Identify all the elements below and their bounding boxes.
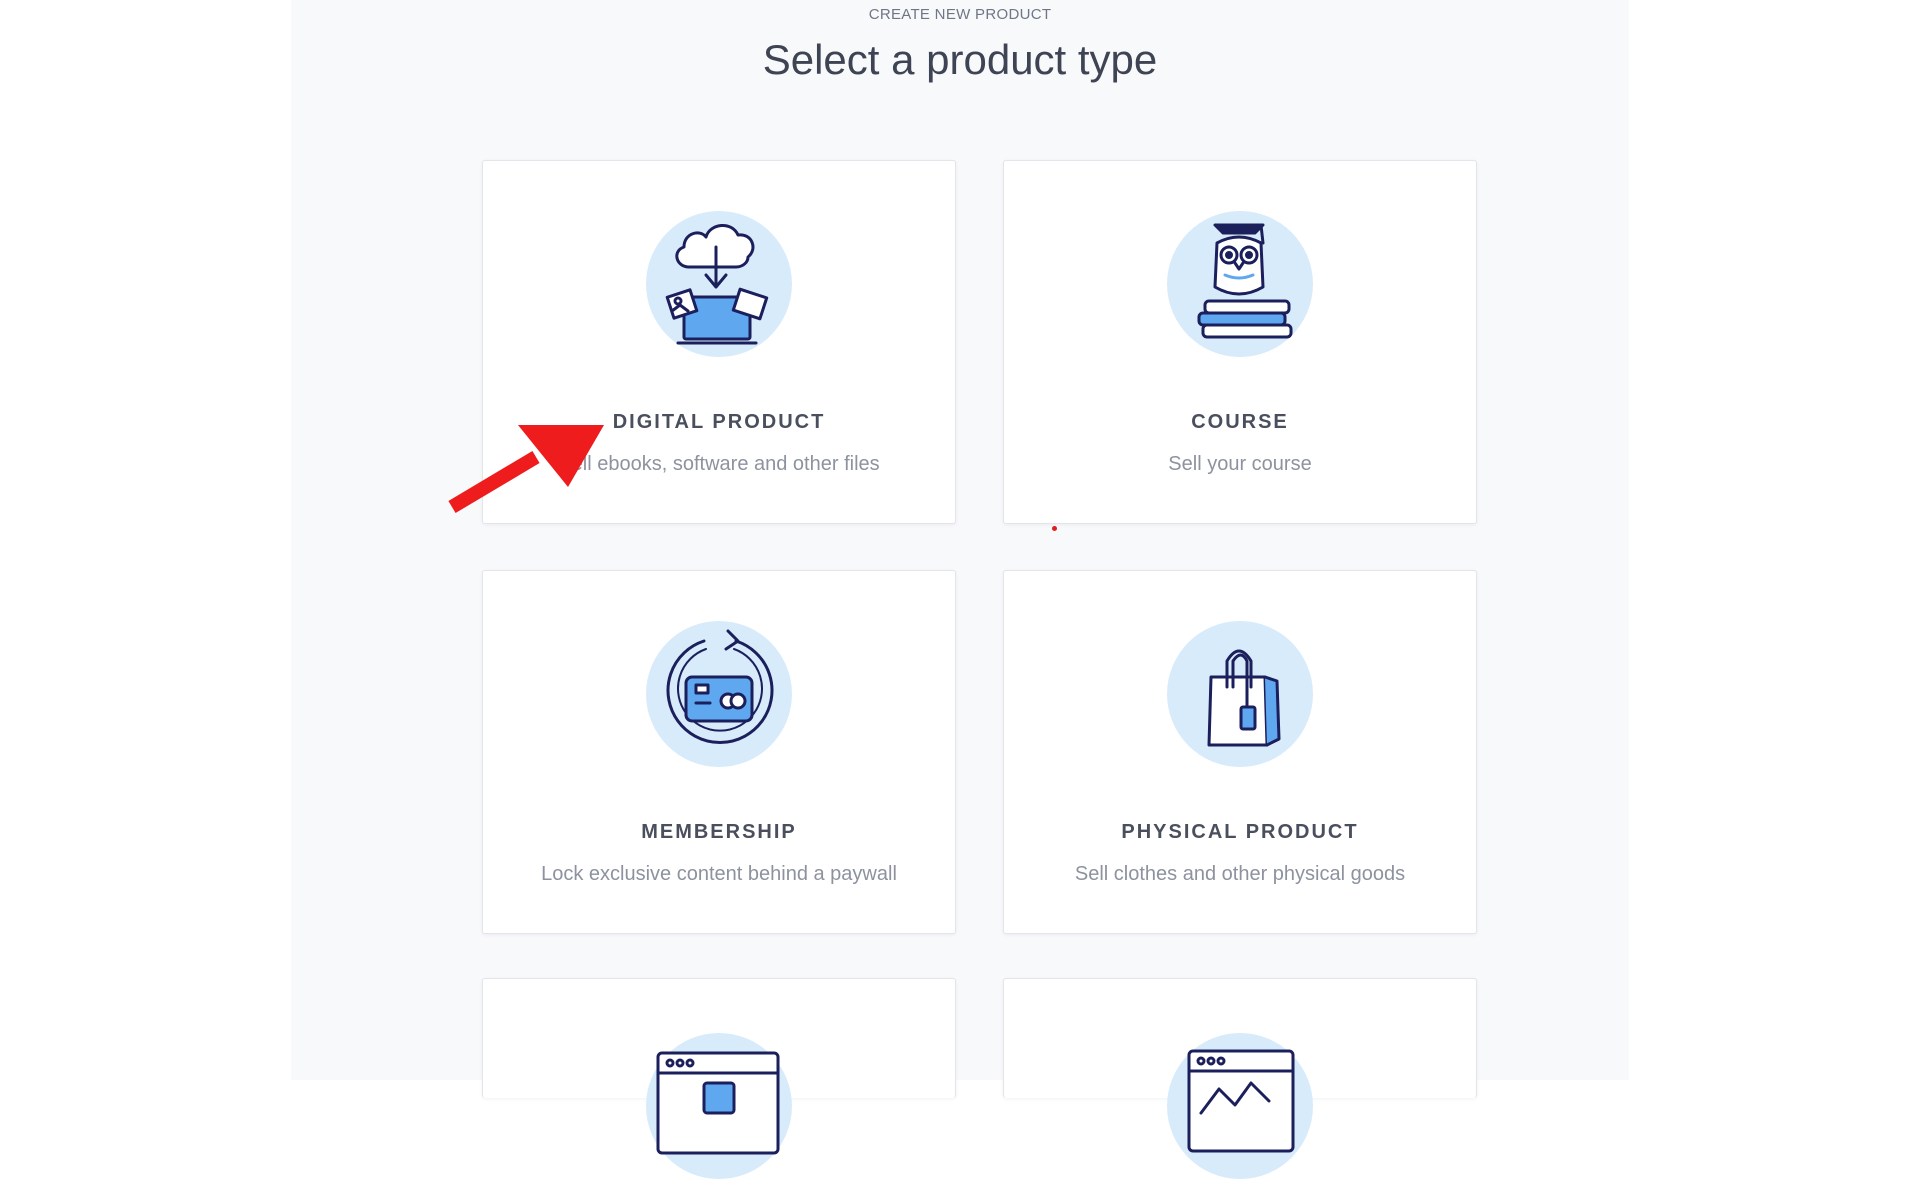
icon-circle bbox=[1167, 621, 1313, 767]
page-eyebrow: CREATE NEW PRODUCT bbox=[868, 6, 1052, 23]
card-title: MEMBERSHIP bbox=[641, 821, 797, 843]
recurring-credit-card-icon bbox=[666, 629, 774, 744]
icon-circle bbox=[646, 211, 792, 357]
card-description: Sell ebooks, software and other files bbox=[558, 453, 880, 475]
card-title: COURSE bbox=[1191, 411, 1289, 433]
cloud-download-laptop-icon bbox=[665, 224, 769, 345]
product-type-card-partial[interactable] bbox=[482, 978, 956, 1179]
owl-books-icon bbox=[1197, 223, 1293, 339]
icon-circle bbox=[1167, 1033, 1313, 1179]
shopping-bag-icon bbox=[1207, 649, 1281, 747]
icon-circle bbox=[646, 1033, 792, 1179]
product-type-card-partial[interactable] bbox=[1003, 978, 1477, 1179]
card-description: Sell your course bbox=[1168, 453, 1312, 475]
product-type-card-digital[interactable]: DIGITAL PRODUCT Sell ebooks, software an… bbox=[482, 160, 956, 524]
icon-circle bbox=[1167, 211, 1313, 357]
browser-chart-icon bbox=[1187, 1049, 1295, 1153]
card-description: Sell clothes and other physical goods bbox=[1074, 863, 1406, 885]
product-type-card-physical[interactable]: PHYSICAL PRODUCT Sell clothes and other … bbox=[1003, 570, 1477, 934]
icon-circle bbox=[646, 621, 792, 767]
browser-window-icon bbox=[656, 1051, 780, 1155]
card-description: Lock exclusive content behind a paywall bbox=[541, 863, 897, 885]
annotation-dot bbox=[1052, 526, 1057, 531]
card-title: DIGITAL PRODUCT bbox=[612, 411, 826, 433]
card-title: PHYSICAL PRODUCT bbox=[1121, 821, 1359, 843]
product-type-card-course[interactable]: COURSE Sell your course bbox=[1003, 160, 1477, 524]
page-title: Select a product type bbox=[762, 36, 1158, 83]
product-type-card-membership[interactable]: MEMBERSHIP Lock exclusive content behind… bbox=[482, 570, 956, 934]
